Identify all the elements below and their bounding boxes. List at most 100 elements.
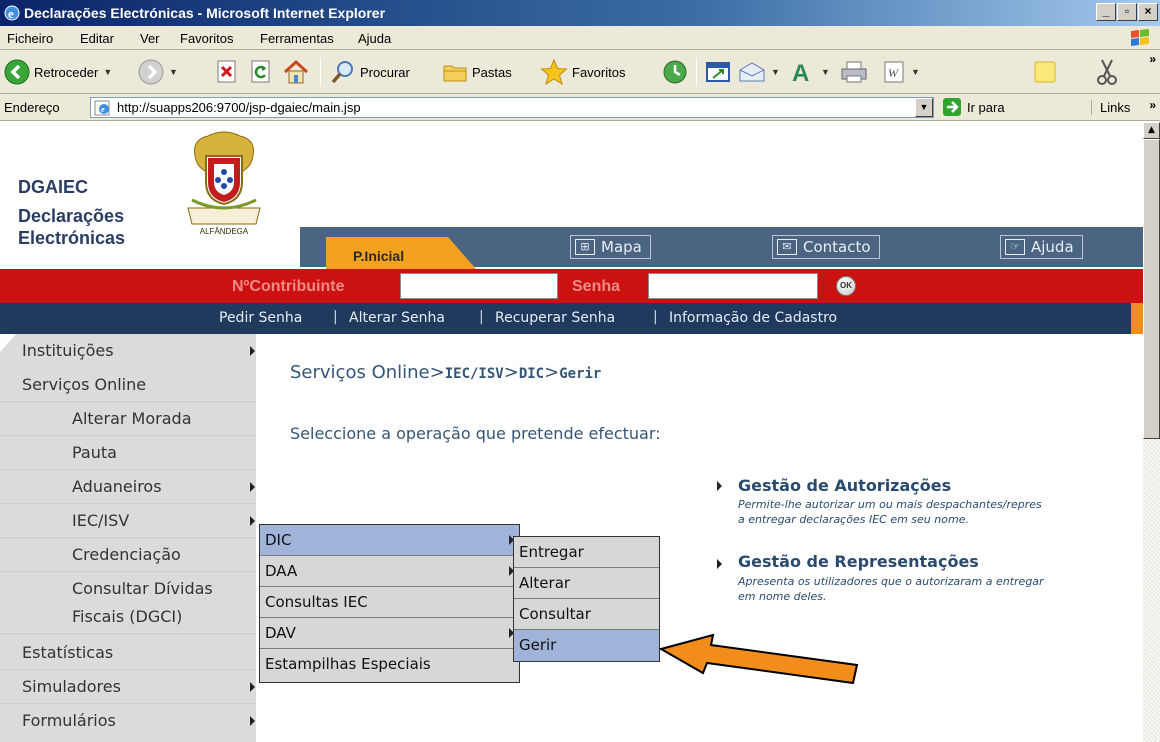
option-gestao-representacoes[interactable]: Gestão de Representações bbox=[738, 552, 979, 571]
address-input[interactable]: e http://suapps206:9700/jsp-dgaiec/main.… bbox=[90, 97, 934, 118]
left-navigation: Instituições Serviços Online Alterar Mor… bbox=[0, 334, 256, 742]
link-alterar-senha[interactable]: Alterar Senha bbox=[349, 310, 445, 326]
nav-mapa-label: Mapa bbox=[601, 238, 642, 256]
page-viewport: DGAIEC Declarações Electrónicas ALFÂNDEG… bbox=[0, 122, 1160, 742]
toolbar-separator bbox=[696, 58, 697, 86]
menu-favoritos[interactable]: Favoritos bbox=[180, 31, 233, 46]
nav-estatisticas[interactable]: Estatísticas bbox=[0, 636, 256, 670]
back-button[interactable]: Retroceder ▼ bbox=[4, 57, 112, 87]
edit-button[interactable]: W ▼ bbox=[882, 57, 920, 87]
nav-item-label: Consultar Dívidas bbox=[72, 579, 213, 598]
submenu-item-consultas-iec[interactable]: Consultas IEC bbox=[260, 587, 519, 618]
links-button[interactable]: Links bbox=[1091, 100, 1130, 115]
favorites-label: Favoritos bbox=[572, 64, 626, 80]
submenu-item-label: DIC bbox=[265, 531, 292, 549]
history-button[interactable] bbox=[662, 57, 688, 87]
submenu-item-dic[interactable]: DIC bbox=[260, 525, 519, 556]
svg-text:e: e bbox=[101, 105, 105, 114]
submenu-dic: Entregar Alterar Consultar Gerir bbox=[513, 536, 660, 662]
maximize-button[interactable]: ▫ bbox=[1117, 3, 1137, 21]
scroll-up-icon[interactable]: ▲ bbox=[1143, 122, 1160, 139]
nav-fiscais-dgci[interactable]: Fiscais (DGCI) bbox=[0, 600, 256, 634]
nav-pauta[interactable]: Pauta bbox=[0, 436, 256, 470]
site-name-line2: Electrónicas bbox=[18, 228, 126, 248]
submenu-item-daa[interactable]: DAA bbox=[260, 556, 519, 587]
nav-ajuda[interactable]: ☞ Ajuda bbox=[1000, 235, 1083, 259]
breadcrumb-servicos-online[interactable]: Serviços Online> bbox=[290, 362, 445, 383]
breadcrumb-separator: > bbox=[503, 362, 519, 383]
stop-button[interactable] bbox=[216, 57, 238, 87]
option-gestao-autorizacoes[interactable]: Gestão de Autorizações bbox=[738, 476, 951, 495]
menu-ajuda[interactable]: Ajuda bbox=[358, 31, 391, 46]
site-org: DGAIEC bbox=[18, 177, 89, 197]
nav-simuladores[interactable]: Simuladores bbox=[0, 670, 256, 704]
nav-aduaneiros[interactable]: Aduaneiros bbox=[0, 470, 256, 504]
nav-item-label: Formulários bbox=[22, 711, 116, 730]
nav-contacto[interactable]: ✉ Contacto bbox=[772, 235, 880, 259]
toolbar-more-chevron[interactable]: » bbox=[1149, 52, 1156, 66]
print-button[interactable] bbox=[840, 57, 868, 87]
submenu-item-dav[interactable]: DAV bbox=[260, 618, 519, 649]
login-band: NºContribuinte Senha OK bbox=[0, 269, 1143, 303]
refresh-button[interactable] bbox=[250, 57, 272, 87]
address-dropdown-button[interactable]: ▼ bbox=[915, 98, 933, 117]
favorites-button[interactable]: Favoritos bbox=[540, 57, 625, 87]
close-button[interactable]: × bbox=[1138, 3, 1158, 21]
font-size-button[interactable]: A ▼ bbox=[790, 57, 830, 87]
chevron-down-icon: ▼ bbox=[169, 67, 178, 77]
link-separator: | bbox=[333, 309, 338, 325]
window-icon bbox=[706, 62, 730, 82]
cut-button[interactable] bbox=[1094, 57, 1120, 87]
submenu-item-estampilhas[interactable]: Estampilhas Especiais bbox=[260, 649, 519, 680]
svg-text:e: e bbox=[8, 6, 14, 21]
nav-contacto-label: Contacto bbox=[803, 238, 871, 256]
folder-icon bbox=[443, 65, 467, 82]
chevron-right-icon bbox=[250, 682, 255, 692]
nav-item-label: IEC/ISV bbox=[72, 511, 130, 530]
mail-button[interactable]: ▼ bbox=[738, 57, 780, 87]
mail-icon bbox=[739, 62, 765, 82]
login-ok-button[interactable]: OK bbox=[836, 276, 856, 296]
vertical-scrollbar[interactable]: ▲ bbox=[1143, 122, 1160, 742]
menu-ficheiro[interactable]: Ficheiro bbox=[7, 31, 53, 46]
nav-credenciacao[interactable]: Credenciação bbox=[0, 538, 256, 572]
chevron-right-icon bbox=[717, 481, 722, 491]
note-button[interactable] bbox=[1032, 57, 1058, 87]
submenu-item-gerir[interactable]: Gerir bbox=[514, 630, 659, 661]
account-links-band: Pedir Senha | Alterar Senha | Recuperar … bbox=[0, 303, 1143, 334]
password-label: Senha bbox=[572, 278, 621, 295]
nav-instituicoes[interactable]: Instituições bbox=[0, 334, 256, 368]
nav-formularios[interactable]: Formulários bbox=[0, 704, 256, 738]
nav-ajuda-label: Ajuda bbox=[1031, 238, 1074, 256]
minimize-button[interactable]: _ bbox=[1096, 3, 1116, 21]
breadcrumb-iec-isv[interactable]: IEC/ISV bbox=[445, 366, 504, 382]
link-separator: | bbox=[653, 309, 658, 325]
nif-input[interactable] bbox=[400, 273, 558, 299]
home-icon bbox=[283, 59, 309, 84]
submenu-item-consultar[interactable]: Consultar bbox=[514, 599, 659, 630]
folders-button[interactable]: Pastas bbox=[442, 57, 512, 87]
nav-servicos-online[interactable]: Serviços Online bbox=[0, 368, 256, 402]
nav-mapa[interactable]: ⊞ Mapa bbox=[570, 235, 651, 259]
links-more-chevron[interactable]: » bbox=[1149, 98, 1156, 112]
link-pedir-senha[interactable]: Pedir Senha bbox=[219, 310, 302, 326]
search-button[interactable]: Procurar bbox=[330, 57, 410, 87]
nav-iec-isv[interactable]: IEC/ISV bbox=[0, 504, 256, 538]
password-input[interactable] bbox=[648, 273, 818, 299]
link-recuperar-senha[interactable]: Recuperar Senha bbox=[495, 310, 615, 326]
home-button[interactable] bbox=[282, 57, 310, 87]
menu-ferramentas[interactable]: Ferramentas bbox=[260, 31, 334, 46]
menu-ver[interactable]: Ver bbox=[140, 31, 160, 46]
go-button[interactable]: Ir para bbox=[942, 97, 1005, 117]
link-informacao-cadastro[interactable]: Informação de Cadastro bbox=[669, 310, 837, 326]
submenu-item-entregar[interactable]: Entregar bbox=[514, 537, 659, 568]
forward-button[interactable]: ▼ bbox=[138, 57, 178, 87]
breadcrumb-dic[interactable]: DIC bbox=[519, 366, 544, 382]
media-button[interactable] bbox=[705, 57, 731, 87]
nav-alterar-morada[interactable]: Alterar Morada bbox=[0, 402, 256, 436]
home-tab-label[interactable]: P.Inicial bbox=[353, 248, 404, 264]
scrollbar-thumb[interactable] bbox=[1143, 139, 1160, 439]
submenu-item-alterar[interactable]: Alterar bbox=[514, 568, 659, 599]
menu-editar[interactable]: Editar bbox=[80, 31, 114, 46]
nav-item-label: Serviços Online bbox=[22, 375, 147, 394]
